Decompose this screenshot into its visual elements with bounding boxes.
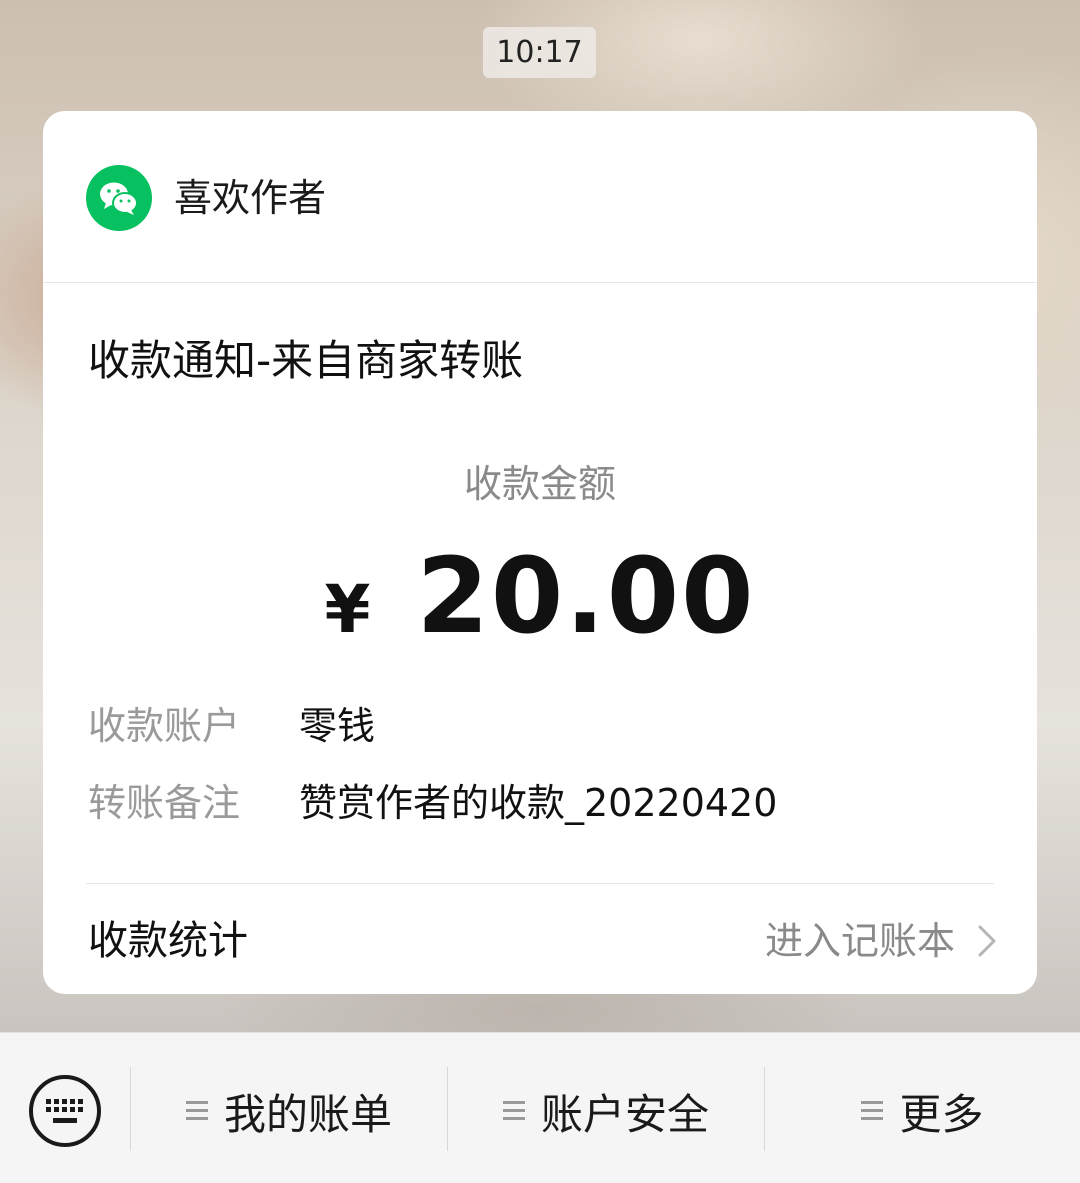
amount-label: 收款金额 <box>463 462 616 506</box>
info-row-remark: 转账备注 赞赏作者的收款_20220420 <box>88 780 777 826</box>
amount-value: 20.00 <box>416 535 756 657</box>
stats-label: 收款统计 <box>88 918 248 964</box>
menu-item-label: 我的账单 <box>223 1089 392 1139</box>
info-value: 赞赏作者的收款_20220420 <box>299 781 778 825</box>
info-label: 收款账户 <box>88 704 241 748</box>
notice-title: 收款通知-来自商家转账 <box>88 336 524 385</box>
keyboard-icon[interactable] <box>27 1073 103 1149</box>
timestamp: 10:17 <box>483 27 596 78</box>
menu-item-more[interactable]: 更多 <box>765 1073 1080 1149</box>
chevron-right-icon <box>978 925 996 957</box>
menu-lines-icon <box>502 1101 525 1121</box>
menu-item-account-security[interactable]: 账户安全 <box>448 1073 764 1149</box>
wechat-pay-logo-icon <box>86 165 152 231</box>
ledger-link-label: 进入记账本 <box>764 919 955 963</box>
currency-symbol: ¥ <box>324 571 371 648</box>
menu-item-label: 更多 <box>899 1089 984 1139</box>
menu-item-label: 账户安全 <box>540 1089 709 1139</box>
menu-lines-icon <box>861 1101 884 1121</box>
menu-item-my-bills[interactable]: 我的账单 <box>131 1073 447 1149</box>
bottom-menu-bar: 我的账单 账户安全 更多 <box>0 1032 1080 1183</box>
info-label: 转账备注 <box>88 781 241 825</box>
info-row-account: 收款账户 零钱 <box>88 703 375 749</box>
menu-lines-icon <box>185 1101 208 1121</box>
ledger-link[interactable]: 进入记账本 <box>765 917 997 965</box>
info-value: 零钱 <box>299 704 376 748</box>
amount-display: ¥ 20.00 <box>43 541 1037 665</box>
stats-row[interactable]: 收款统计 进入记账本 <box>43 884 1037 994</box>
notification-card: 喜欢作者 收款通知-来自商家转账 收款金额 ¥ 20.00 收款账户 零钱 转账… <box>43 111 1037 994</box>
app-name[interactable]: 喜欢作者 <box>174 175 326 221</box>
card-header[interactable]: 喜欢作者 <box>43 111 1037 283</box>
